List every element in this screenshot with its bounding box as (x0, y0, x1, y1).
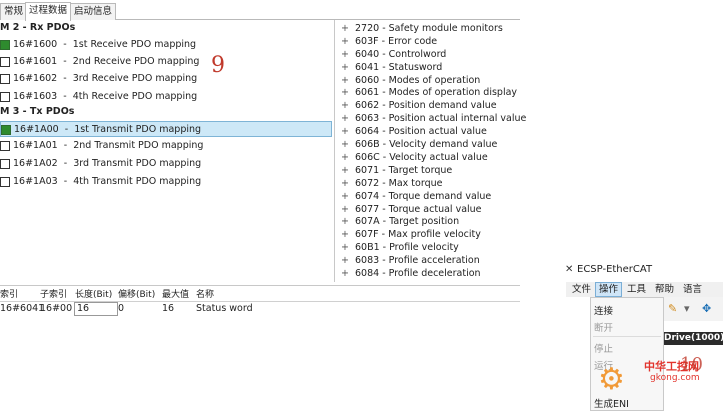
col-name[interactable]: 名称 (196, 287, 214, 300)
pdo-row-label: 16#1A01 - 2nd Transmit PDO mapping (13, 140, 204, 151)
pdo-row[interactable]: 16#1603 - 4th Receive PDO mapping (0, 89, 332, 105)
pdo-checkbox[interactable] (0, 92, 10, 102)
expand-icon[interactable]: + (341, 177, 349, 190)
pdo-row-label: 16#1A03 - 4th Transmit PDO mapping (13, 176, 202, 187)
expand-icon[interactable]: + (341, 61, 349, 74)
pencil-icon[interactable]: ✎ (668, 302, 677, 315)
menu-item-disconnect[interactable]: 断开 (594, 320, 613, 334)
expand-icon[interactable]: + (341, 22, 349, 35)
pdo-checkbox[interactable] (0, 57, 10, 67)
drive-label[interactable]: Drive(1000) (664, 332, 723, 345)
expand-icon[interactable]: + (341, 35, 349, 48)
pdo-row-label: 16#1A00 - 1st Transmit PDO mapping (14, 124, 202, 135)
pdo-checkbox[interactable] (0, 74, 10, 84)
menu-language[interactable]: 语言 (680, 283, 705, 296)
tab-strip: 常规 过程数据 启动信息 (0, 0, 520, 21)
cell-max: 16 (162, 303, 175, 314)
pdo-checkbox[interactable] (0, 141, 10, 151)
mapping-grid-header: 索引 子索引 长度(Bit) 偏移(Bit) 最大值 名称 (0, 285, 520, 302)
col-max[interactable]: 最大值 (162, 287, 189, 300)
annotation-marker-10: 10 (680, 354, 703, 375)
pdo-row-label: 16#1603 - 4th Receive PDO mapping (13, 91, 198, 102)
menu-item-stop[interactable]: 停止 (594, 341, 613, 355)
expand-icon[interactable]: + (341, 112, 349, 125)
menu-file[interactable]: 文件 (569, 283, 594, 296)
pdo-row[interactable]: 16#1600 - 1st Receive PDO mapping (0, 37, 332, 53)
pdo-row-label: 16#1A02 - 3rd Transmit PDO mapping (13, 158, 202, 169)
col-subindex[interactable]: 子索引 (40, 287, 67, 300)
ecsp-window-title: ✕ ECSP-EtherCAT (565, 264, 653, 275)
pane-divider[interactable] (334, 20, 335, 282)
tools-icon: ✕ (565, 264, 574, 275)
pdo-checkbox[interactable] (0, 159, 10, 169)
pdo-checkbox[interactable] (0, 40, 10, 50)
tab-general[interactable]: 常规 (0, 3, 28, 20)
annotation-marker-9: 9 (211, 53, 225, 78)
expand-icon[interactable]: + (341, 151, 349, 164)
expand-icon[interactable]: + (341, 190, 349, 203)
pdo-row[interactable]: 16#1A01 - 2nd Transmit PDO mapping (0, 138, 332, 154)
expand-icon[interactable]: + (341, 86, 349, 99)
tx-pdo-header: M 3 - Tx PDOs (0, 106, 75, 117)
gear-icon: ⚙ (598, 362, 625, 397)
network-icon[interactable]: ✥ (702, 302, 711, 315)
menu-item-connect[interactable]: 连接 (594, 303, 613, 317)
pdo-row-selected[interactable]: 16#1A00 - 1st Transmit PDO mapping (0, 121, 332, 137)
expand-icon[interactable]: + (341, 125, 349, 138)
pdo-row[interactable]: 16#1A03 - 4th Transmit PDO mapping (0, 174, 332, 190)
cell-offset: 0 (118, 303, 125, 314)
col-index[interactable]: 索引 (0, 287, 18, 300)
tab-process-data[interactable]: 过程数据 (25, 2, 72, 21)
pdo-row[interactable]: 16#1601 - 2nd Receive PDO mapping (0, 54, 332, 70)
pdo-checkbox[interactable] (1, 125, 11, 135)
tab-startup-info[interactable]: 启动信息 (70, 3, 117, 20)
chevron-down-icon[interactable]: ▾ (684, 302, 690, 315)
menu-separator (593, 336, 661, 337)
pdo-row[interactable]: 16#1A02 - 3rd Transmit PDO mapping (0, 156, 332, 172)
cell-index: 16#6041 (0, 303, 45, 314)
menu-help[interactable]: 帮助 (652, 283, 677, 296)
pdo-row-label: 16#1602 - 3rd Receive PDO mapping (13, 73, 198, 84)
expand-icon[interactable]: + (341, 164, 349, 177)
pdo-row-label: 16#1601 - 2nd Receive PDO mapping (13, 56, 200, 67)
length-input[interactable]: 16 (74, 302, 118, 316)
expand-icon[interactable]: + (341, 48, 349, 61)
pdo-row[interactable]: 16#1602 - 3rd Receive PDO mapping (0, 71, 332, 87)
menu-operation[interactable]: 操作 (595, 282, 623, 297)
expand-icon[interactable]: + (341, 228, 349, 241)
expand-icon[interactable]: + (341, 254, 349, 267)
watermark: ⚙ 中华工控网 gkong.com 10 (598, 354, 723, 411)
menu-bar: 文件 操作 工具 帮助 语言 (566, 282, 723, 297)
menu-tools[interactable]: 工具 (624, 283, 649, 296)
expand-icon[interactable]: + (341, 99, 349, 112)
col-offset[interactable]: 偏移(Bit) (118, 287, 155, 300)
cell-name: Status word (196, 303, 253, 314)
col-length[interactable]: 长度(Bit) (75, 287, 112, 300)
rx-pdo-header: M 2 - Rx PDOs (0, 22, 76, 33)
expand-icon[interactable]: + (341, 267, 349, 280)
pdo-checkbox[interactable] (0, 177, 10, 187)
expand-icon[interactable]: + (341, 138, 349, 151)
pdo-row-label: 16#1600 - 1st Receive PDO mapping (13, 39, 197, 50)
expand-icon[interactable]: + (341, 215, 349, 228)
expand-icon[interactable]: + (341, 241, 349, 254)
ecsp-toolbar: ✎ ▾ ✥ (664, 297, 723, 321)
cell-subindex: 16#00 (40, 303, 73, 314)
